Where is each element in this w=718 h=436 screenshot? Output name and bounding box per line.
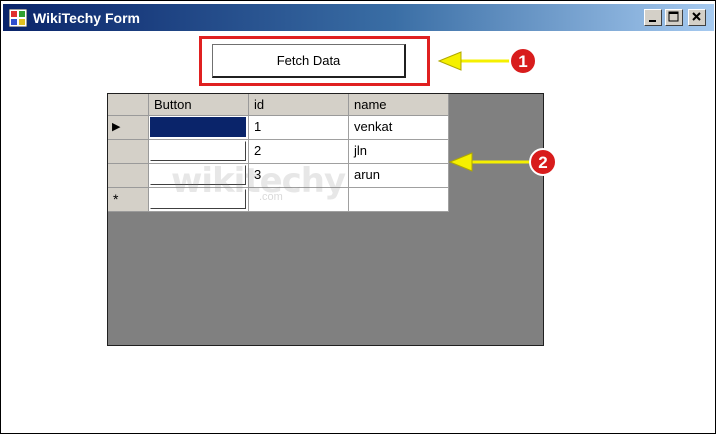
column-header-id[interactable]: id <box>249 94 349 116</box>
data-grid[interactable]: Button id name ▶ 1 venkat 2 jln 3 arun * <box>107 93 544 346</box>
maximize-button[interactable] <box>665 9 683 26</box>
column-header-button[interactable]: Button <box>149 94 249 116</box>
maximize-icon <box>668 11 679 22</box>
new-row-name-cell[interactable] <box>349 188 449 212</box>
grid-corner-header[interactable] <box>108 94 149 116</box>
title-bar[interactable]: WikiTechy Form <box>3 4 714 31</box>
new-row-button-cell[interactable] <box>149 188 249 212</box>
cell-id[interactable]: 1 <box>249 116 349 140</box>
row-header[interactable]: ▶ <box>108 116 149 140</box>
cell-name[interactable]: venkat <box>349 116 449 140</box>
cell-id[interactable]: 3 <box>249 164 349 188</box>
new-row-id-cell[interactable] <box>249 188 349 212</box>
current-row-arrow-icon: ▶ <box>112 121 121 133</box>
annotation-arrow-2-icon: 2 <box>448 148 557 176</box>
window-title: WikiTechy Form <box>33 10 140 26</box>
cell-name[interactable]: jln <box>349 140 449 164</box>
app-window: WikiTechy Form Fetch Data Button id name… <box>0 0 716 434</box>
grid-row-button[interactable] <box>149 116 249 140</box>
close-icon <box>692 12 701 21</box>
grid-row-button[interactable] <box>149 164 249 188</box>
app-form-icon <box>9 9 27 27</box>
close-button[interactable] <box>688 9 706 26</box>
annotation-badge-2: 2 <box>538 153 547 172</box>
annotation-badge-1: 1 <box>518 52 527 71</box>
minimize-button[interactable] <box>644 9 662 26</box>
annotation-arrow-1-icon: 1 <box>437 47 537 75</box>
new-row-header[interactable]: * <box>108 188 149 212</box>
fetch-data-button[interactable]: Fetch Data <box>212 44 406 78</box>
new-row-asterisk-icon: * <box>113 191 119 207</box>
grid-row-button[interactable] <box>149 140 249 164</box>
cell-id[interactable]: 2 <box>249 140 349 164</box>
column-header-name[interactable]: name <box>349 94 449 116</box>
row-header[interactable] <box>108 164 149 188</box>
minimize-icon <box>649 20 656 22</box>
row-header[interactable] <box>108 140 149 164</box>
cell-name[interactable]: arun <box>349 164 449 188</box>
